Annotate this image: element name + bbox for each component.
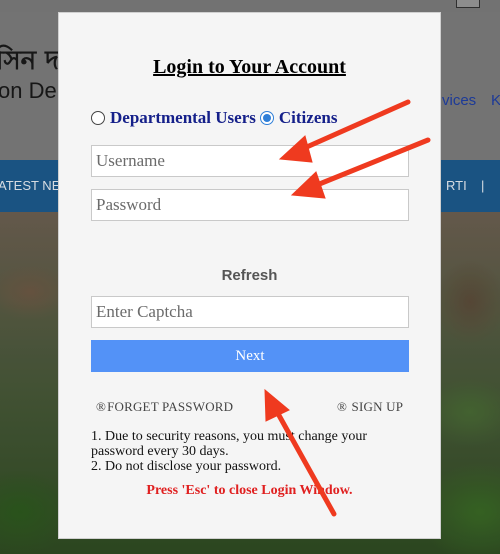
user-type-selector: Departmental Users Citizens [91,107,341,129]
next-button[interactable]: Next [91,340,409,372]
username-input[interactable] [91,145,409,177]
forgot-password-label[interactable]: FORGET PASSWORD [107,399,233,414]
security-note-1: 1. Due to security reasons, you must cha… [91,429,368,459]
radio-citizens-label[interactable]: Citizens [279,108,338,128]
login-title: Login to Your Account [153,56,346,78]
sign-up-link[interactable]: ® SIGN UP [337,399,403,415]
radio-citizens[interactable] [259,111,274,125]
forgot-password-link[interactable]: ®FORGET PASSWORD [96,399,233,415]
radio-departmental-label[interactable]: Departmental Users [110,108,256,128]
esc-close-hint: Press 'Esc' to close Login Window. [146,483,353,498]
sign-up-label[interactable]: SIGN UP [352,399,404,414]
registered-icon: ® [96,399,107,414]
login-modal: Login to Your Account Departmental Users… [58,12,441,539]
captcha-input[interactable] [91,296,409,328]
radio-departmental-users[interactable] [91,111,105,125]
security-note-2: 2. Do not disclose your password. [91,459,282,474]
captcha-refresh-link[interactable]: Refresh [59,267,440,284]
password-input[interactable] [91,189,409,221]
registered-icon: ® [337,399,348,414]
security-notes: 1. Due to security reasons, you must cha… [91,429,421,474]
